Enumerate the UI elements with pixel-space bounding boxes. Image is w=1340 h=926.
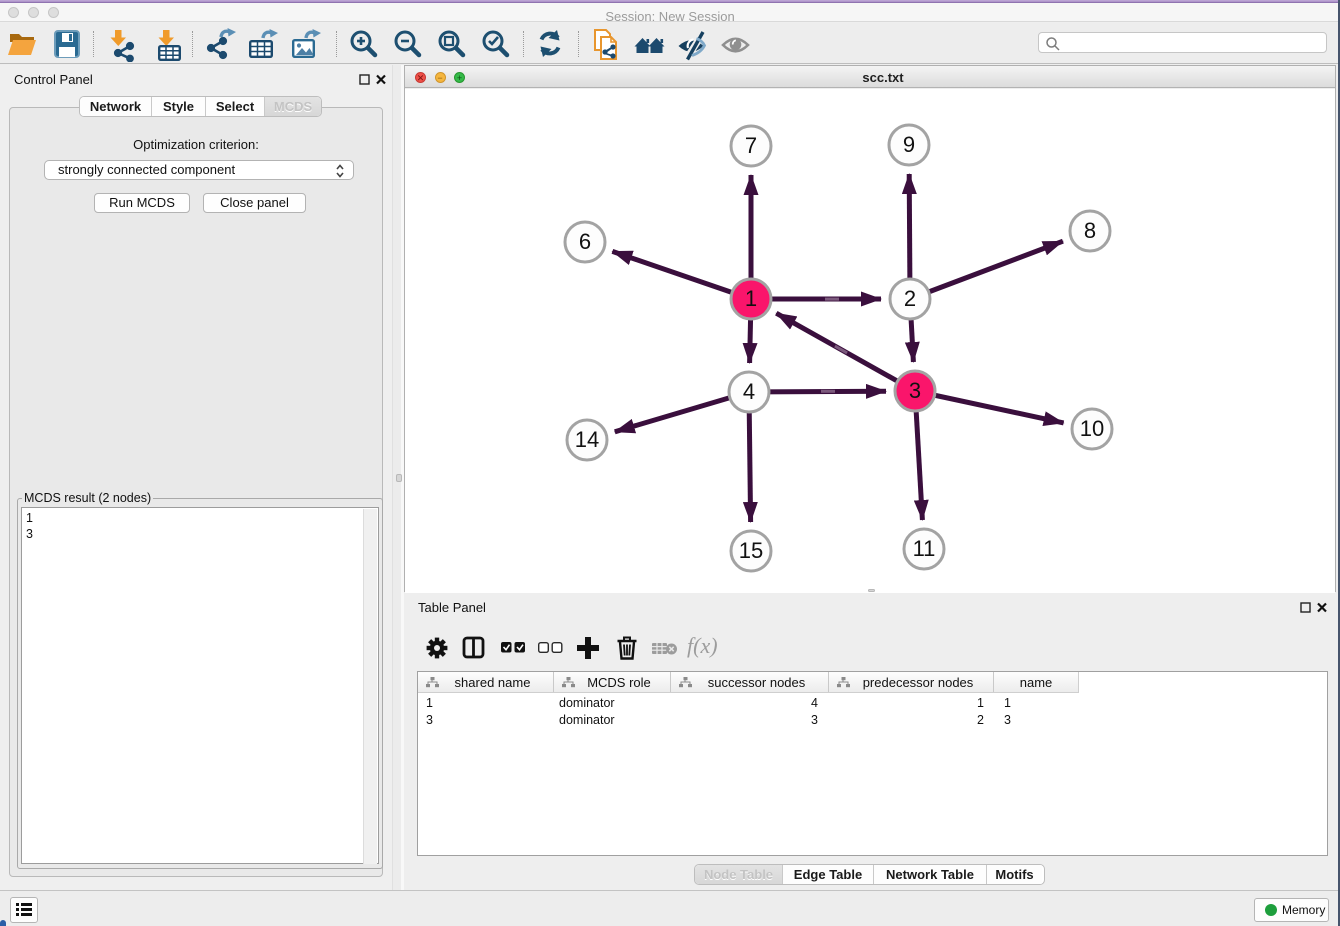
svg-text:14: 14 — [575, 427, 599, 452]
svg-text:10: 10 — [1080, 416, 1104, 441]
svg-text:11: 11 — [913, 536, 936, 561]
svg-text:6: 6 — [579, 229, 591, 254]
svg-text:7: 7 — [745, 133, 757, 158]
svg-text:15: 15 — [739, 538, 763, 563]
svg-text:3: 3 — [909, 378, 921, 403]
svg-text:2: 2 — [904, 286, 916, 311]
svg-text:1: 1 — [745, 286, 757, 311]
svg-text:8: 8 — [1084, 218, 1096, 243]
svg-text:9: 9 — [903, 132, 915, 157]
svg-text:4: 4 — [743, 379, 755, 404]
